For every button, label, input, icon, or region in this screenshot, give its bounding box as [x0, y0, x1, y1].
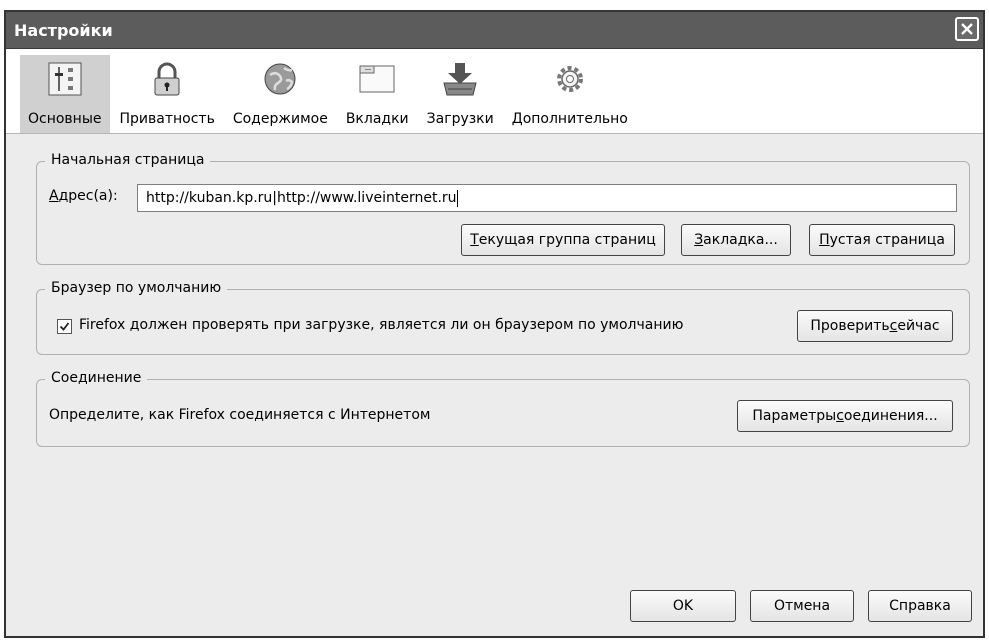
- ok-button[interactable]: OK: [630, 590, 736, 622]
- cancel-button[interactable]: Отмена: [750, 590, 854, 622]
- homepage-legend: Начальная страница: [45, 152, 211, 168]
- window-title: Настройки: [14, 20, 113, 40]
- tab-downloads-label: Загрузки: [426, 111, 494, 127]
- connection-legend: Соединение: [45, 370, 148, 386]
- tab-downloads[interactable]: Загрузки: [419, 55, 502, 133]
- gear-icon: [550, 59, 590, 99]
- checkmark-icon: [59, 322, 70, 331]
- close-button[interactable]: [955, 17, 979, 41]
- default-browser-legend: Браузер по умолчанию: [45, 280, 228, 296]
- close-icon: [961, 23, 973, 35]
- homepage-address-input[interactable]: http://kuban.kp.ru|http://www.liveintern…: [137, 184, 957, 212]
- check-default-browser-label: Firefox должен проверять при загрузке, я…: [79, 317, 684, 333]
- tab-content[interactable]: Содержимое: [225, 55, 336, 133]
- tab-privacy[interactable]: Приватность: [112, 55, 223, 133]
- homepage-group: Начальная страница Адрес(а): http://kuba…: [36, 152, 970, 265]
- default-browser-group: Браузер по умолчанию Firefox должен пров…: [36, 280, 970, 355]
- settings-dialog: Настройки Основные Приватность Содержимо…: [4, 10, 985, 638]
- check-now-button[interactable]: Проверить с ейчас: [797, 310, 953, 342]
- connection-description: Определите, как Firefox соединяется с Ин…: [49, 407, 431, 423]
- download-tray-icon: [440, 59, 480, 99]
- window-tabs-icon: [357, 59, 397, 99]
- address-label: Адрес(а):: [49, 188, 118, 204]
- general-sliders-icon: [45, 59, 85, 99]
- connection-group: Соединение Определите, как Firefox соеди…: [36, 370, 970, 447]
- tab-advanced-label: Дополнительно: [511, 111, 628, 127]
- use-blank-page-button[interactable]: Пустая страница: [809, 224, 955, 256]
- padlock-icon: [147, 59, 187, 99]
- tab-privacy-label: Приватность: [119, 111, 215, 127]
- globe-icon: [260, 59, 300, 99]
- tab-general-label: Основные: [28, 111, 102, 127]
- help-button[interactable]: Справка: [868, 590, 972, 622]
- homepage-address-value: http://kuban.kp.ru|http://www.liveintern…: [146, 190, 457, 206]
- tab-tabs-label: Вкладки: [345, 111, 409, 127]
- tab-general[interactable]: Основные: [20, 55, 110, 133]
- tab-content-label: Содержимое: [232, 111, 328, 127]
- use-current-pages-button[interactable]: Текущая группа страниц: [461, 224, 665, 256]
- use-bookmark-button[interactable]: Закладка...: [681, 224, 791, 256]
- check-default-browser-checkbox[interactable]: [57, 319, 72, 334]
- title-bar: Настройки: [6, 12, 983, 49]
- tab-advanced[interactable]: Дополнительно: [504, 55, 636, 133]
- connection-settings-button[interactable]: Параметры с оединения...: [737, 400, 953, 432]
- category-toolbar: Основные Приватность Содержимое Вкладки …: [6, 49, 983, 134]
- tab-tabs[interactable]: Вкладки: [338, 55, 417, 133]
